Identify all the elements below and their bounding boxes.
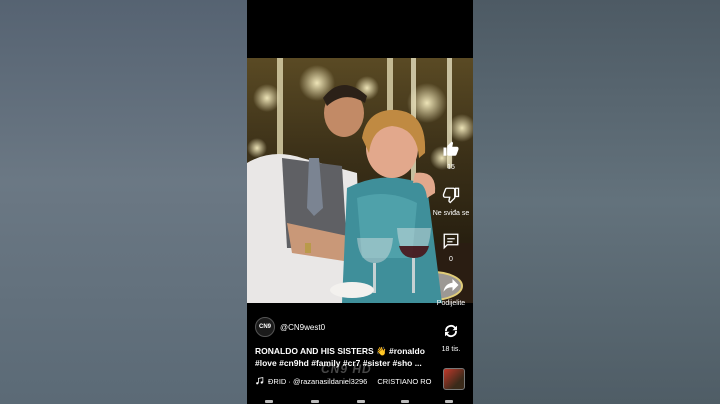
music-credit[interactable]: ÐRID · @razanasildaniel3296 CRISTIANO RO xyxy=(255,376,432,386)
music-artist: ÐRID · @razanasildaniel3296 xyxy=(268,376,368,386)
channel-avatar[interactable]: CN9 xyxy=(255,317,275,337)
dislike-button[interactable]: Ne sviđa se xyxy=(429,186,473,217)
channel-handle[interactable]: @CN9west0 xyxy=(280,323,325,332)
caption-tag-link[interactable]: #ronaldo xyxy=(389,346,425,356)
share-button[interactable]: Podijelite xyxy=(429,276,473,307)
nav-create-icon[interactable] xyxy=(357,400,365,403)
nav-home-icon[interactable] xyxy=(265,400,273,403)
share-icon xyxy=(443,279,459,292)
comments-count: 0 xyxy=(449,256,453,263)
nav-subscriptions-icon[interactable] xyxy=(401,400,409,403)
nav-library-icon[interactable] xyxy=(445,400,453,403)
video-frame[interactable] xyxy=(247,58,473,303)
thumbs-down-icon xyxy=(442,187,460,204)
shorts-player: 15 Ne sviđa se 0 Podijelite 18 tis. CN9 … xyxy=(247,0,473,404)
share-label: Podijelite xyxy=(436,300,466,307)
music-song: CRISTIANO RO xyxy=(377,376,432,386)
channel-info[interactable]: CN9 @CN9west0 xyxy=(255,317,325,337)
music-note-icon xyxy=(256,377,264,385)
video-watermark: CN9 HD xyxy=(321,362,372,376)
sound-thumbnail[interactable] xyxy=(443,368,465,390)
blurred-background-left xyxy=(0,0,247,404)
nav-shorts-icon[interactable] xyxy=(311,400,319,403)
comment-icon xyxy=(443,233,459,250)
system-nav-bar xyxy=(247,398,473,404)
blurred-background-right xyxy=(473,0,720,404)
dislike-label: Ne sviđa se xyxy=(432,210,470,217)
like-button[interactable]: 15 xyxy=(429,140,473,171)
thumbs-up-icon xyxy=(443,141,459,156)
video-scene xyxy=(247,58,473,303)
comments-button[interactable]: 0 xyxy=(429,232,473,263)
remix-icon xyxy=(445,324,457,338)
caption-title: RONALDO AND HIS SISTERS 👋 xyxy=(255,346,387,356)
like-count: 15 xyxy=(447,164,455,171)
